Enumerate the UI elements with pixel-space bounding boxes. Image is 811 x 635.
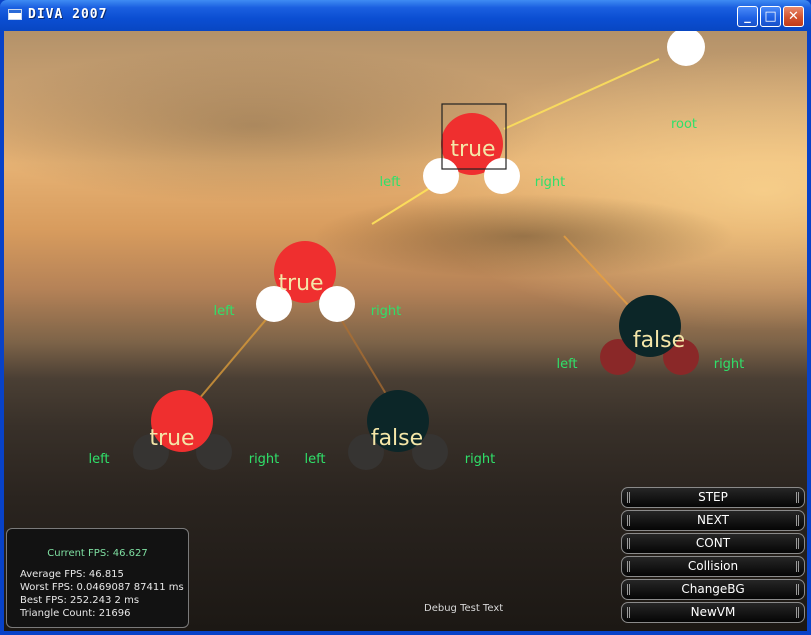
- tree-node-3[interactable]: false left right: [556, 295, 744, 375]
- average-fps: Average FPS: 46.815: [20, 569, 124, 580]
- edge-n1-n3: [563, 235, 630, 307]
- app-window-icon: [8, 9, 22, 20]
- collision-button[interactable]: Collision: [621, 556, 805, 577]
- left-label: left: [88, 452, 109, 467]
- maximize-button[interactable]: □: [760, 6, 781, 27]
- title-bar[interactable]: DIVA 2007 _ □ ✕: [0, 0, 811, 31]
- left-label: left: [556, 357, 577, 372]
- minimize-button[interactable]: _: [737, 6, 758, 27]
- left-label: left: [213, 304, 234, 319]
- step-button[interactable]: STEP: [621, 487, 805, 508]
- right-label: right: [371, 304, 402, 319]
- tree-node-1[interactable]: true left right: [379, 103, 566, 194]
- 3d-viewport[interactable]: root true left right true left right fal…: [4, 31, 807, 631]
- next-button[interactable]: NEXT: [621, 510, 805, 531]
- left-child-socket: [423, 158, 459, 194]
- debug-text: Debug Test Text: [424, 603, 504, 614]
- cont-button[interactable]: CONT: [621, 533, 805, 554]
- right-label: right: [465, 452, 496, 467]
- left-label: left: [304, 452, 325, 467]
- best-fps: Best FPS: 252.243 2 ms: [20, 595, 140, 606]
- right-child-socket: [484, 158, 520, 194]
- node-value: true: [450, 137, 495, 162]
- tree-node-2[interactable]: true left right: [213, 241, 401, 322]
- window-title: DIVA 2007: [28, 7, 108, 22]
- current-fps: Current FPS: 46.627: [47, 548, 148, 559]
- close-button[interactable]: ✕: [783, 6, 804, 27]
- left-label: left: [379, 175, 400, 190]
- worst-fps: Worst FPS: 0.0469087 87411 ms: [20, 582, 184, 593]
- right-label: right: [714, 357, 745, 372]
- node-value: false: [371, 426, 423, 451]
- app-window: DIVA 2007 _ □ ✕ root true left right tru…: [0, 0, 811, 635]
- edge-root-n1: [503, 58, 660, 130]
- right-label: right: [249, 452, 280, 467]
- tree-node-4[interactable]: true left right: [88, 390, 279, 470]
- right-label: right: [535, 175, 566, 190]
- root-label: root: [671, 117, 697, 132]
- tree-node-5[interactable]: false left right: [304, 390, 495, 470]
- node-value: true: [278, 271, 323, 296]
- right-child-socket: [319, 286, 355, 322]
- fps-stats-panel: Current FPS: 46.627 Average FPS: 46.815 …: [6, 528, 189, 628]
- node-value: false: [633, 328, 685, 353]
- node-value: true: [149, 426, 194, 451]
- change-bg-button[interactable]: ChangeBG: [621, 579, 805, 600]
- triangle-count: Triangle Count: 21696: [20, 608, 131, 619]
- edge-n2-n5: [338, 315, 387, 395]
- edge-n2-n4: [198, 315, 270, 400]
- root-node: [667, 31, 705, 66]
- new-vm-button[interactable]: NewVM: [621, 602, 805, 623]
